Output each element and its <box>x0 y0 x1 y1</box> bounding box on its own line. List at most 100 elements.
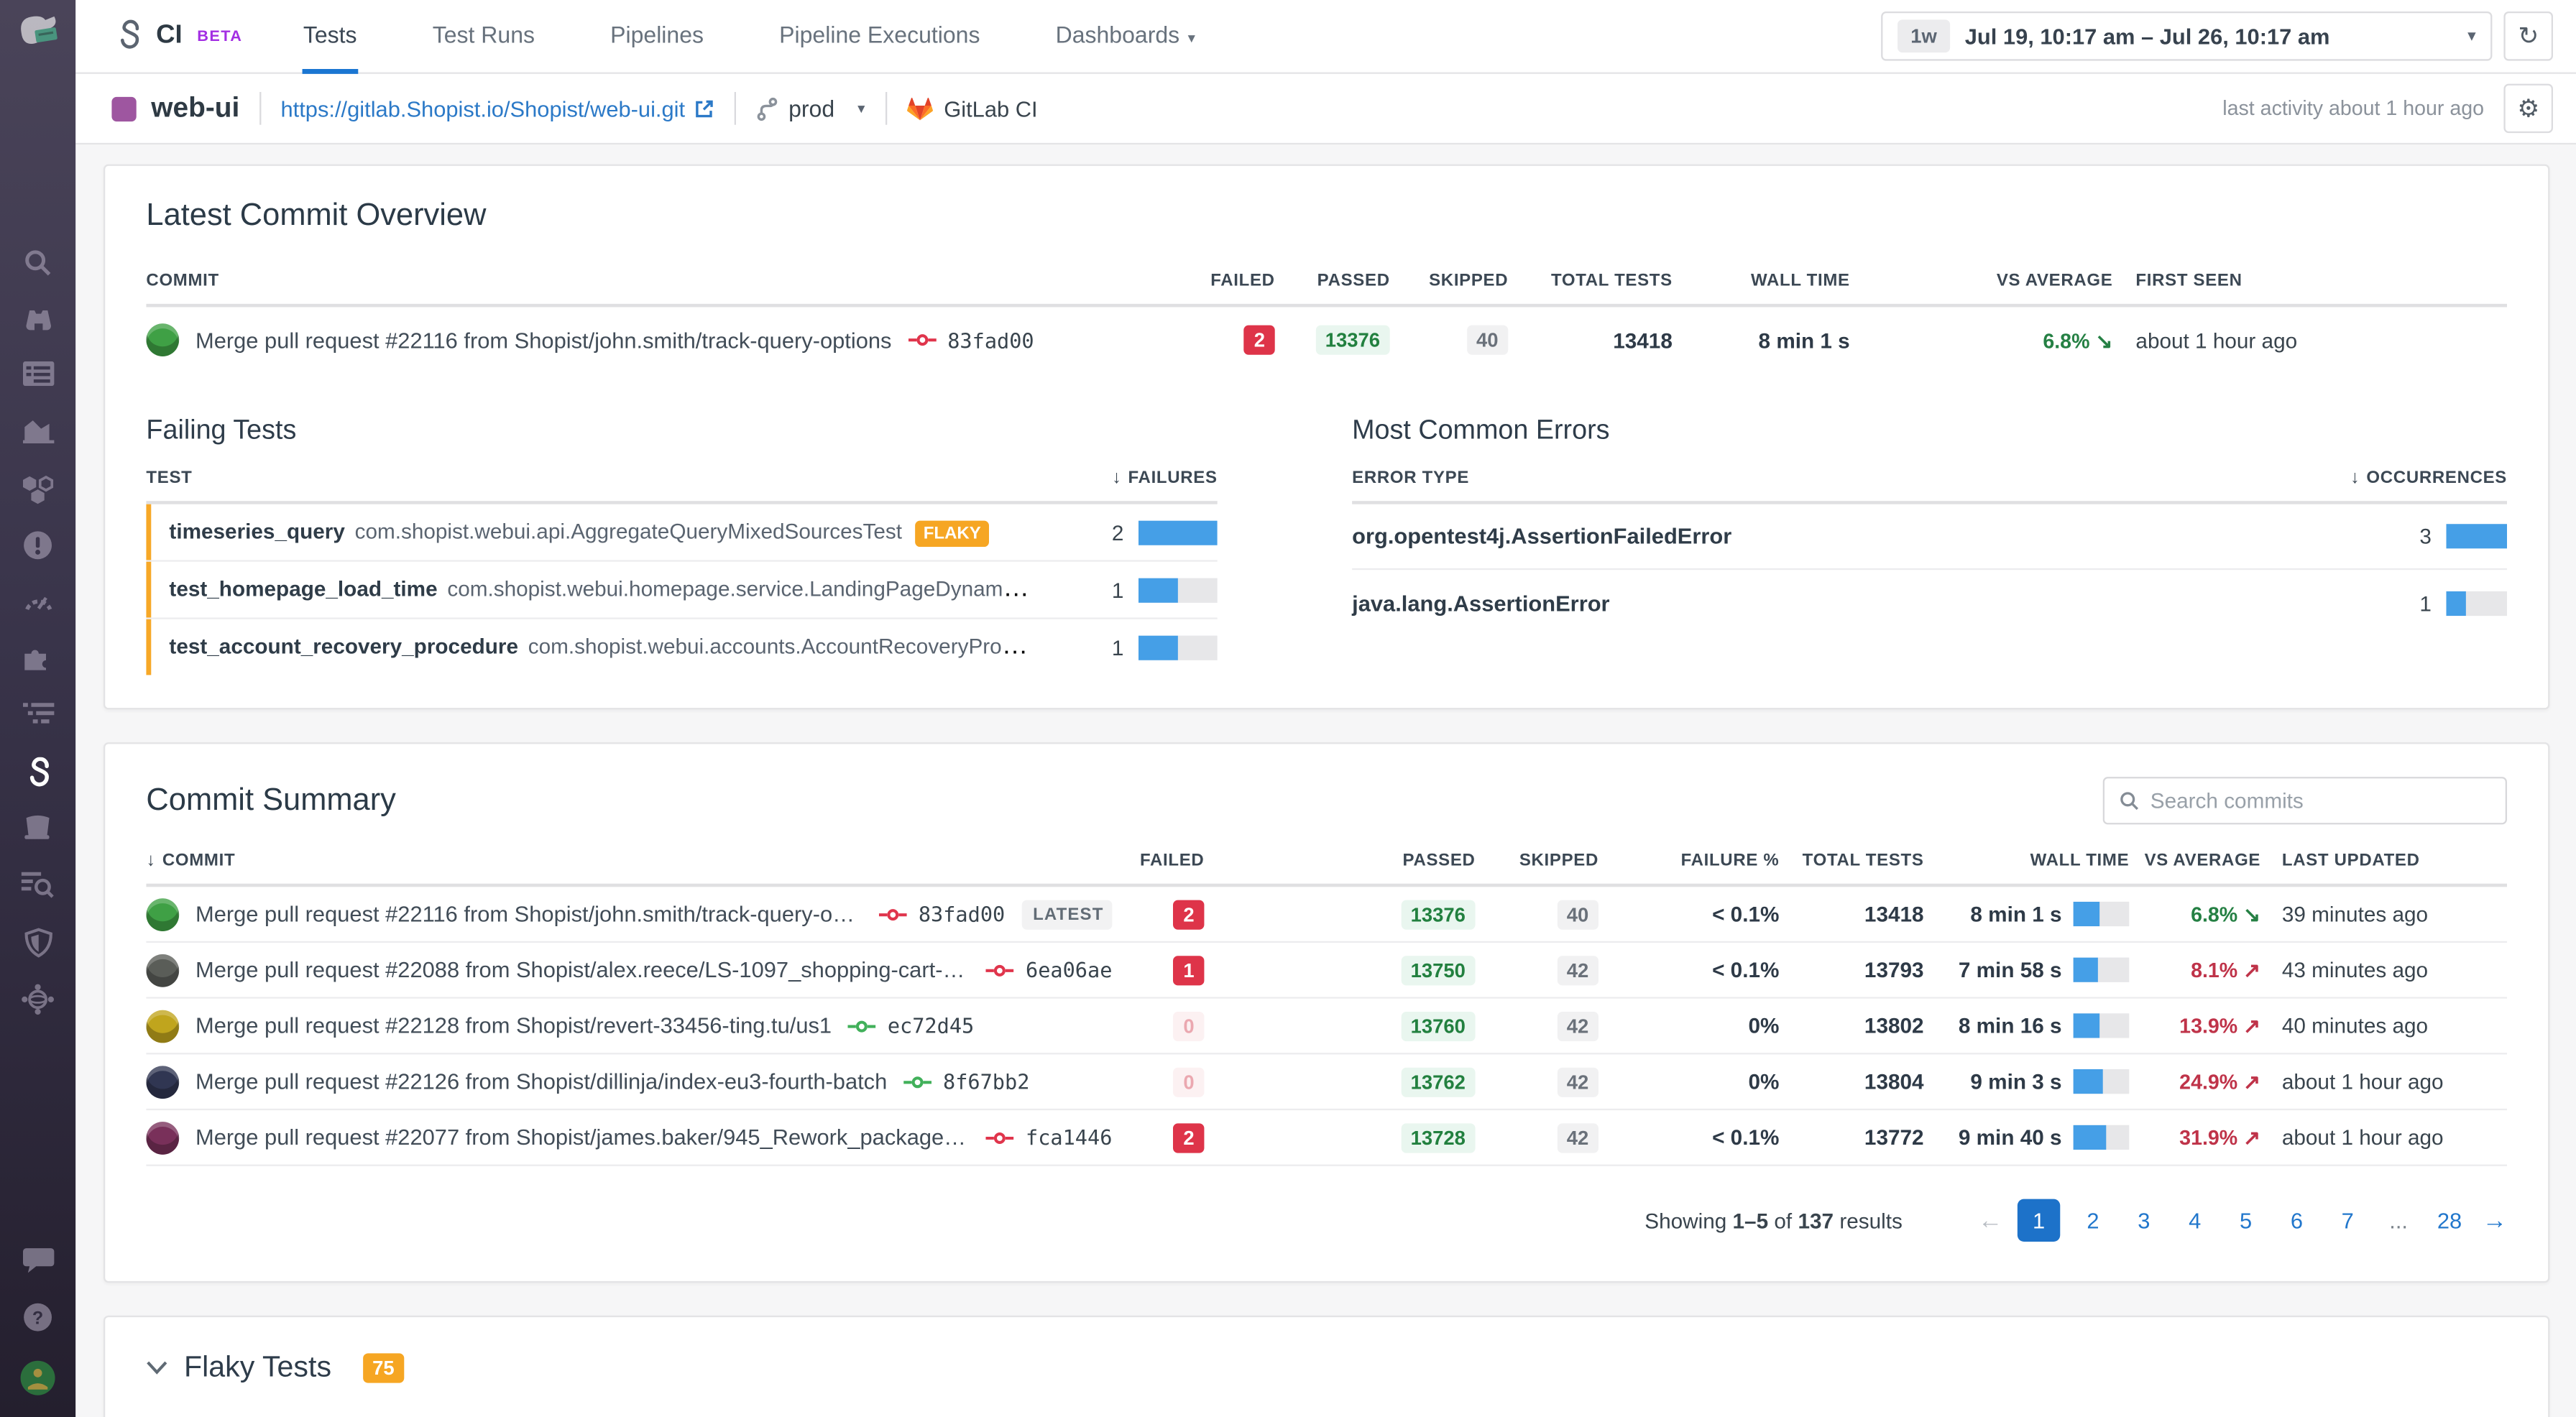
svg-text:?: ? <box>32 1308 43 1328</box>
tab-pipelines[interactable]: Pipelines <box>609 0 705 73</box>
commit-message[interactable]: Merge pull request #22088 from Shopist/a… <box>196 958 970 982</box>
failed-badge: 2 <box>1174 1122 1205 1152</box>
network-icon[interactable] <box>0 984 75 1015</box>
page-button[interactable]: 6 <box>2278 1201 2314 1240</box>
wall-time-bar <box>2074 1013 2130 1038</box>
dashboards-icon[interactable] <box>0 361 75 386</box>
user-avatar[interactable] <box>0 1360 75 1396</box>
col-last-updated[interactable]: LAST UPDATED <box>2260 851 2507 870</box>
watchdog-icon[interactable] <box>0 304 75 332</box>
refresh-button[interactable]: ↻ <box>2503 11 2553 61</box>
sort-desc-icon: ↓ <box>1112 468 1121 487</box>
col-commit[interactable]: ↓COMMIT <box>146 851 1112 870</box>
commit-hash[interactable]: 6ea06ae <box>1026 958 1112 982</box>
last-updated-value: 40 minutes ago <box>2260 1013 2507 1038</box>
commit-message[interactable]: Merge pull request #22126 from Shopist/d… <box>196 1069 887 1094</box>
metrics-icon[interactable] <box>0 417 75 444</box>
prev-page-button[interactable]: ← <box>1978 1206 2002 1234</box>
synthetics-gauge-icon[interactable] <box>0 588 75 612</box>
failing-test-row[interactable]: test_account_recovery_procedurecom.shopi… <box>146 619 1217 675</box>
col-passed[interactable]: PASSED <box>1204 851 1475 870</box>
test-name[interactable]: test_account_recovery_procedure <box>169 634 518 658</box>
col-vs-average[interactable]: VS AVERAGE <box>2129 851 2260 870</box>
monitors-alert-icon[interactable] <box>0 530 75 560</box>
tab-dashboards[interactable]: Dashboards▾ <box>1054 0 1197 73</box>
commit-row[interactable]: Merge pull request #22077 from Shopist/j… <box>146 1110 2507 1166</box>
commit-icon <box>986 961 1014 978</box>
time-preset-chip[interactable]: 1w <box>1898 19 1950 52</box>
integrations-puzzle-icon[interactable] <box>0 644 75 672</box>
infrastructure-icon[interactable] <box>0 475 75 504</box>
chat-icon[interactable] <box>0 1247 75 1273</box>
ci-icon[interactable] <box>0 757 75 790</box>
test-name[interactable]: timeseries_query <box>169 519 344 543</box>
vs-average-value: 13.9% ↗ <box>2129 1013 2260 1038</box>
section-title: Most Common Errors <box>1352 415 2507 446</box>
commit-row[interactable]: Merge pull request #22126 from Shopist/d… <box>146 1054 2507 1110</box>
wall-time-value: 9 min 40 s <box>1959 1125 2062 1150</box>
search-icon[interactable] <box>0 248 75 277</box>
logs-filter-icon[interactable] <box>0 701 75 726</box>
vs-average-value: 6.8% ↘ <box>2129 902 2260 926</box>
log-explorer-icon[interactable] <box>0 870 75 898</box>
page-button[interactable]: 1 <box>2018 1199 2060 1242</box>
commit-hash[interactable]: 8f67bb2 <box>943 1069 1029 1094</box>
col-failures[interactable]: ↓FAILURES <box>1034 468 1218 487</box>
failures-count: 2 <box>1112 520 1124 544</box>
top-nav: CI BETA Tests Test Runs Pipelines Pipeli… <box>75 0 2576 74</box>
commit-hash[interactable]: 83fad00 <box>947 328 1034 352</box>
commit-message[interactable]: Merge pull request #22128 from Shopist/r… <box>196 1013 832 1038</box>
commit-row[interactable]: Merge pull request #22116 from Shopist/j… <box>146 887 2507 943</box>
datadog-logo-icon[interactable] <box>0 11 75 54</box>
tab-test-runs[interactable]: Test Runs <box>431 0 536 73</box>
col-occurrences[interactable]: ↓OCCURRENCES <box>2277 468 2507 487</box>
failure-pct-value: < 0.1% <box>1598 958 1779 982</box>
failing-tests-section: Failing Tests TEST ↓FAILURES timeseries_… <box>146 415 1217 675</box>
commit-hash[interactable]: fca1446 <box>1026 1125 1112 1150</box>
col-wall-time[interactable]: WALL TIME <box>1924 851 2130 870</box>
page-button[interactable]: 5 <box>2227 1201 2263 1240</box>
latest-commit-row[interactable]: Merge pull request #22116 from Shopist/j… <box>146 307 2507 376</box>
col-total-tests[interactable]: TOTAL TESTS <box>1779 851 1923 870</box>
branch-selector[interactable]: prod ▾ <box>755 96 865 122</box>
failing-test-row[interactable]: timeseries_querycom.shopist.webui.api.Ag… <box>146 504 1217 562</box>
next-page-button[interactable]: → <box>2483 1206 2507 1234</box>
tab-tests[interactable]: Tests <box>302 0 359 73</box>
delta-pct: 31.9% <box>2179 1127 2237 1150</box>
wall-time-bar <box>2074 902 2130 926</box>
wall-time-bar <box>2074 958 2130 982</box>
commit-row[interactable]: Merge pull request #22128 from Shopist/r… <box>146 999 2507 1055</box>
col-skipped[interactable]: SKIPPED <box>1476 851 1598 870</box>
settings-button[interactable]: ⚙ <box>2503 84 2553 134</box>
commit-row[interactable]: Merge pull request #22088 from Shopist/a… <box>146 943 2507 999</box>
commit-message[interactable]: Merge pull request #22116 from Shopist/j… <box>196 902 862 926</box>
commit-hash[interactable]: ec72d45 <box>888 1013 974 1038</box>
error-type[interactable]: java.lang.AssertionError <box>1352 591 2277 615</box>
commit-message[interactable]: Merge pull request #22077 from Shopist/j… <box>196 1125 970 1150</box>
external-link-icon <box>694 98 715 119</box>
repo-url-link[interactable]: https://gitlab.Shopist.io/Shopist/web-ui… <box>280 96 714 121</box>
page-button[interactable]: 3 <box>2126 1201 2162 1240</box>
page-button[interactable]: 7 <box>2329 1201 2365 1240</box>
help-icon[interactable]: ? <box>0 1303 75 1332</box>
page-button[interactable]: 28 <box>2432 1201 2467 1240</box>
search-commits-input[interactable] <box>2150 788 2490 813</box>
security-shield-icon[interactable] <box>0 928 75 957</box>
time-range-picker[interactable]: 1w Jul 19, 10:17 am – Jul 26, 10:17 am ▾ <box>1881 11 2492 61</box>
commit-hash[interactable]: 83fad00 <box>919 902 1005 926</box>
error-row[interactable]: org.opentest4j.AssertionFailedError 3 <box>1352 504 2507 570</box>
page-button[interactable]: 2 <box>2075 1201 2111 1240</box>
col-first-seen: FIRST SEEN <box>2112 271 2507 290</box>
failing-test-row[interactable]: test_homepage_load_timecom.shopist.webui… <box>146 562 1217 619</box>
error-type[interactable]: org.opentest4j.AssertionFailedError <box>1352 524 2277 548</box>
notebooks-icon[interactable] <box>0 815 75 841</box>
test-name[interactable]: test_homepage_load_time <box>169 576 437 601</box>
error-row[interactable]: java.lang.AssertionError 1 <box>1352 570 2507 635</box>
page-button[interactable]: 4 <box>2177 1201 2213 1240</box>
col-failed[interactable]: FAILED <box>1112 851 1204 870</box>
commit-message[interactable]: Merge pull request #22116 from Shopist/j… <box>196 328 891 352</box>
flaky-tests-toggle[interactable]: Flaky Tests 75 <box>146 1350 2507 1385</box>
tab-pipeline-executions[interactable]: Pipeline Executions <box>778 0 982 73</box>
service-header-bar: web-ui https://gitlab.Shopist.io/Shopist… <box>75 74 2576 144</box>
col-failure-pct[interactable]: FAILURE % <box>1598 851 1779 870</box>
